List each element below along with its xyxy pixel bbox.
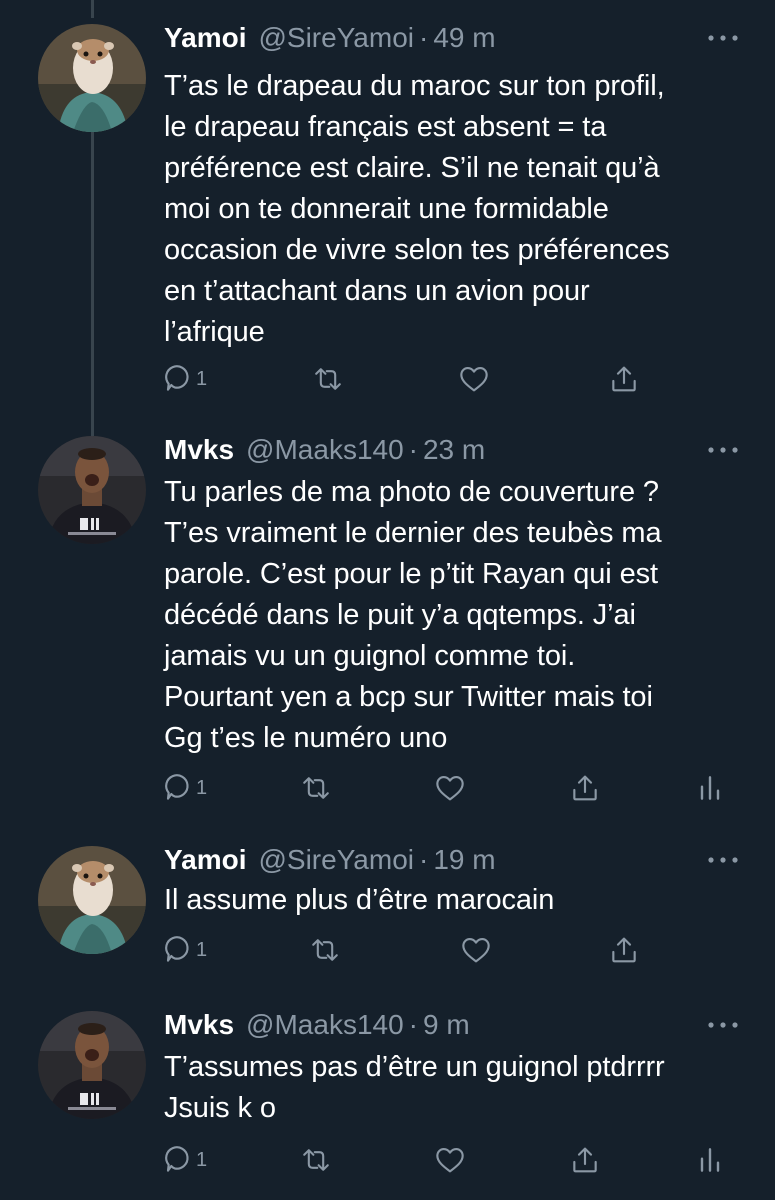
like-button[interactable] [434,770,466,806]
share-button[interactable] [608,932,640,968]
retweet-button[interactable] [311,361,345,397]
reply-icon [162,1144,194,1176]
retweet-icon [299,772,333,804]
action-bar: 1 [162,770,752,806]
ferret-avatar[interactable] [38,24,146,132]
share-button[interactable] [608,361,640,397]
retweet-button[interactable] [299,1142,333,1178]
tweet-header: Mvks @Maaks140 · 23 m [164,430,485,470]
retweet-icon [299,1144,333,1176]
reply-icon [162,363,194,395]
more-options-icon[interactable] [703,20,743,50]
display-name[interactable]: Yamoi [164,22,246,54]
like-button[interactable] [458,361,490,397]
share-icon [608,934,640,966]
tweet-header: Yamoi @SireYamoi · 49 m [164,18,496,58]
thread-line [91,130,94,436]
more-options-icon[interactable] [703,842,743,872]
separator-dot: · [419,844,429,875]
timestamp[interactable]: 9 m [423,1009,470,1041]
tweet-header: Mvks @Maaks140 · 9 m [164,1005,470,1045]
thread-line [91,0,94,18]
heart-icon [434,772,466,804]
display-name[interactable]: Mvks [164,1009,234,1041]
like-button[interactable] [460,932,492,968]
display-name[interactable]: Mvks [164,434,234,466]
tweet-text: T’assumes pas d’être un guignol ptdrrrr … [164,1051,665,1124]
username[interactable]: @Maaks140 [246,1009,404,1041]
tweet-header: Yamoi @SireYamoi · 19 m [164,840,496,880]
tweet-text: Tu parles de ma photo de couverture ? T’… [164,476,662,754]
timestamp[interactable]: 23 m [423,434,485,466]
tweet-text: T’as le drapeau du maroc sur ton profil,… [164,70,670,348]
reply-icon [162,934,194,966]
timestamp[interactable]: 19 m [433,844,495,876]
reply-button[interactable]: 1 [162,770,207,806]
tweet-text: Il assume plus d’être marocain [164,884,555,916]
reply-button[interactable]: 1 [162,932,207,968]
footballer-avatar[interactable] [38,436,146,544]
more-options-icon[interactable] [703,432,743,462]
analytics-icon [696,772,724,804]
retweet-button[interactable] [299,770,333,806]
username[interactable]: @Maaks140 [246,434,404,466]
display-name[interactable]: Yamoi [164,844,246,876]
reply-count: 1 [196,367,208,390]
heart-icon [460,934,492,966]
action-bar: 1 [162,1142,752,1178]
analytics-icon [696,1144,724,1176]
reply-icon [162,772,194,804]
separator-dot: · [408,1009,418,1040]
analytics-button[interactable] [696,770,724,806]
reply-button[interactable]: 1 [162,361,207,397]
share-button[interactable] [569,770,601,806]
username[interactable]: @SireYamoi [258,22,414,54]
share-button[interactable] [569,1142,601,1178]
reply-count: 1 [196,1148,208,1171]
timestamp[interactable]: 49 m [433,22,495,54]
action-bar: 1 [162,361,752,397]
share-icon [569,1144,601,1176]
username[interactable]: @SireYamoi [258,844,414,876]
action-bar: 1 [162,932,752,968]
separator-dot: · [419,22,429,53]
more-options-icon[interactable] [703,1007,743,1037]
reply-count: 1 [196,938,208,961]
footballer-avatar[interactable] [38,1011,146,1119]
share-icon [608,363,640,395]
heart-icon [458,363,490,395]
heart-icon [434,1144,466,1176]
retweet-button[interactable] [308,932,342,968]
retweet-icon [308,934,342,966]
retweet-icon [311,363,345,395]
reply-button[interactable]: 1 [162,1142,207,1178]
share-icon [569,772,601,804]
like-button[interactable] [434,1142,466,1178]
ferret-avatar[interactable] [38,846,146,954]
separator-dot: · [408,434,418,465]
reply-count: 1 [196,776,208,799]
analytics-button[interactable] [696,1142,724,1178]
